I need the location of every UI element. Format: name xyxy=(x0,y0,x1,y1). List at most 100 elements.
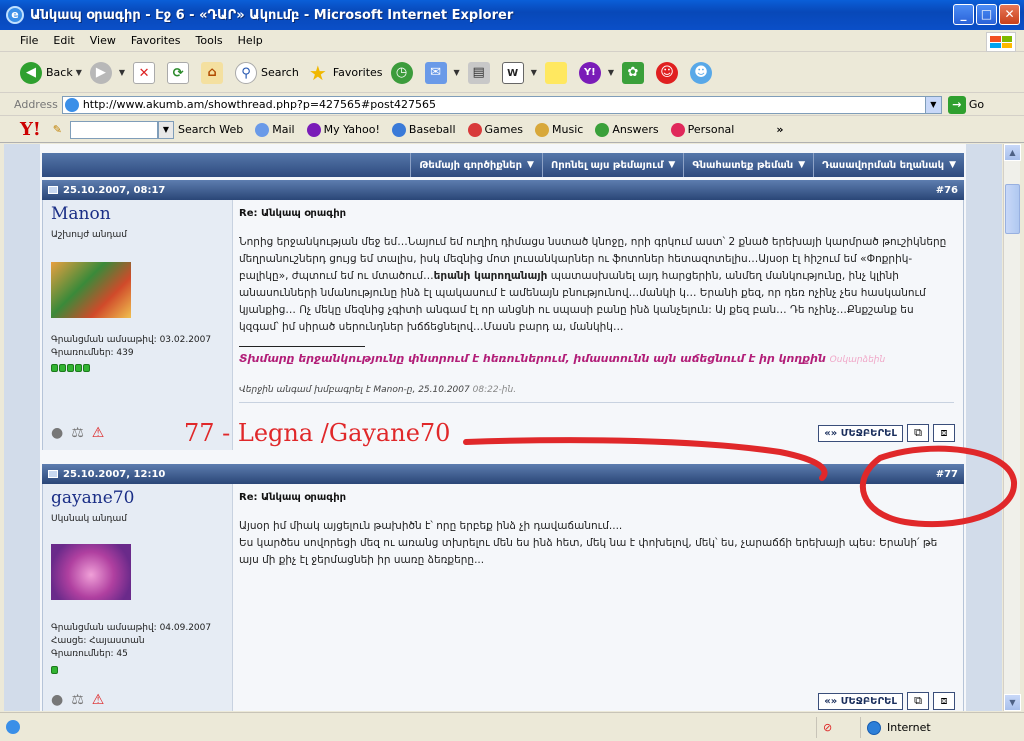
back-button[interactable]: ◀ Back ▼ xyxy=(20,61,82,84)
menu-favorites[interactable]: Favorites xyxy=(131,34,181,47)
search-button[interactable]: ⚲ Search xyxy=(235,61,299,84)
join-date: Գրանցման ամսաթիվ: 03.02.2007 xyxy=(51,335,212,345)
address-input[interactable]: http://www.akumb.am/showthread.php?p=427… xyxy=(61,95,942,114)
signature-divider xyxy=(239,346,365,347)
report-icon[interactable]: ⚠ xyxy=(92,425,105,441)
rate-thread-menu[interactable]: Գնահատեք թեման ▼ xyxy=(683,153,813,177)
mail-button[interactable]: ✉ ▼ xyxy=(424,61,460,84)
reputation-icon[interactable]: ⚖ xyxy=(71,425,84,441)
history-button[interactable]: ◷ xyxy=(390,61,417,84)
icq-button[interactable]: ✿ xyxy=(622,61,648,84)
scroll-down-icon[interactable]: ▼ xyxy=(1004,694,1021,711)
home-button[interactable]: ⌂ xyxy=(201,61,227,84)
yahoo-messenger-button[interactable]: Y! ▼ xyxy=(578,61,614,84)
people-icon: ☻ xyxy=(690,61,712,84)
user-title: Սկսնակ անդամ xyxy=(51,514,127,524)
post-number[interactable]: #76 xyxy=(936,185,958,196)
menu-help[interactable]: Help xyxy=(238,34,263,47)
post-buttons: «» ՄԵՋԲԵՐԵԼ ⧉ ⧈ xyxy=(818,692,955,710)
minimize-button[interactable]: _ xyxy=(953,4,974,25)
smiley-button[interactable]: ☺ xyxy=(656,61,682,84)
quote-button[interactable]: «» ՄԵՋԲԵՐԵԼ xyxy=(818,424,903,442)
menu-tools[interactable]: Tools xyxy=(196,34,223,47)
page-status-icon xyxy=(6,720,20,734)
post-number[interactable]: #77 xyxy=(936,469,958,480)
forward-button[interactable]: ▶ ▼ xyxy=(89,61,125,84)
menu-file[interactable]: File xyxy=(20,34,38,47)
notes-button[interactable] xyxy=(544,61,571,84)
vertical-scrollbar[interactable]: ▲ ▼ xyxy=(1003,144,1021,711)
post-title: Re: Անկապ օրագիր xyxy=(239,492,347,503)
pencil-icon[interactable]: ✎ xyxy=(53,123,62,136)
report-icon[interactable]: ⚠ xyxy=(92,692,105,708)
posts-count: Գրառումներ: 45 xyxy=(51,649,128,659)
post-header: 25.10.2007, 12:10 #77 xyxy=(42,464,964,484)
personal-link[interactable]: Personal xyxy=(670,122,734,137)
word-button[interactable]: W ▼ xyxy=(501,61,537,84)
maximize-button[interactable]: □ xyxy=(976,4,997,25)
close-button[interactable]: ✕ xyxy=(999,4,1020,25)
page-icon xyxy=(64,97,79,112)
messenger-button[interactable]: ☻ xyxy=(690,61,716,84)
post-icon xyxy=(48,470,58,478)
post-text: Այսօր իմ միակ այցելուն թախիծն է՝ որը երբ… xyxy=(239,520,938,566)
my-yahoo-link[interactable]: My Yahoo! xyxy=(306,122,380,137)
thread-tools-menu[interactable]: Թեմայի գործիքներ ▼ xyxy=(410,153,542,177)
note-icon xyxy=(544,61,567,84)
yahoo-search-input[interactable] xyxy=(69,120,158,139)
user-actions: ● ⚖ ⚠ xyxy=(51,692,104,708)
quick-reply-icon[interactable]: ⧈ xyxy=(933,692,955,710)
windows-logo-icon xyxy=(986,32,1016,52)
multi-quote-icon[interactable]: ⧉ xyxy=(907,692,929,710)
stop-button[interactable]: ✕ xyxy=(133,61,159,84)
scroll-up-icon[interactable]: ▲ xyxy=(1004,144,1021,161)
refresh-button[interactable]: ⟳ xyxy=(167,61,193,84)
go-button[interactable]: → Go xyxy=(947,95,984,114)
menu-edit[interactable]: Edit xyxy=(53,34,74,47)
search-web-button[interactable]: Search Web xyxy=(178,123,243,136)
edited-note: Վերջին անգամ խմբագրել է Manon-ը, 25.10.2… xyxy=(239,385,517,395)
offline-status-icon: ● xyxy=(51,425,64,441)
avatar xyxy=(51,262,131,318)
music-link[interactable]: Music xyxy=(535,122,583,137)
quote-button[interactable]: «» ՄԵՋԲԵՐԵԼ xyxy=(818,692,903,710)
yahoo-logo[interactable]: Y! xyxy=(20,119,41,140)
user-title: Աշխույժ անդամ xyxy=(51,230,127,240)
window-title: Անկապ օրագիր - Էջ 6 - «ԴԱՐ» Ակումբ - Mic… xyxy=(30,7,514,23)
multi-quote-icon[interactable]: ⧉ xyxy=(907,424,929,442)
search-thread-menu[interactable]: Որոնել այս թեմայում ▼ xyxy=(541,153,683,177)
quick-reply-icon[interactable]: ⧈ xyxy=(933,424,955,442)
username[interactable]: gayane70 xyxy=(51,488,134,508)
heart-icon xyxy=(670,122,685,137)
favorites-button[interactable]: ★ Favorites xyxy=(307,62,383,84)
mail-link[interactable]: Mail xyxy=(255,122,295,137)
menu-view[interactable]: View xyxy=(90,34,116,47)
address-url: http://www.akumb.am/showthread.php?p=427… xyxy=(82,98,436,111)
post-body: Re: Անկապ օրագիր Նորից երջանկության մեջ … xyxy=(239,200,959,450)
globe-icon xyxy=(867,720,881,735)
user-info: Գրանցման ամսաթիվ: 04.09.2007 Հասցե: Հայա… xyxy=(51,622,211,661)
games-link[interactable]: Games xyxy=(467,122,523,137)
answers-link[interactable]: Answers xyxy=(595,122,659,137)
scroll-thumb[interactable] xyxy=(1005,184,1020,234)
address-dropdown-icon[interactable]: ▼ xyxy=(924,96,941,113)
post-icon xyxy=(48,186,58,194)
post-date: 25.10.2007, 12:10 xyxy=(63,468,166,480)
signature: Տխմարը երջանկությունը փնտրում է հեռուներ… xyxy=(239,352,886,365)
reputation-icon[interactable]: ⚖ xyxy=(71,692,84,708)
thread-tools-bar: Թեմայի գործիքներ ▼ Որոնել այս թեմայում ▼ Գ… xyxy=(42,153,964,177)
post-title: Re: Անկապ օրագիր xyxy=(239,208,347,219)
posts-count: Գրառումներ: 439 xyxy=(51,348,134,358)
more-button[interactable]: » xyxy=(776,123,783,136)
username[interactable]: Manon xyxy=(51,204,111,224)
user-location: Հասցե: Հայաստան xyxy=(51,636,145,646)
popup-blocker-segment[interactable]: ⊘ xyxy=(816,717,860,738)
yahoo-icon: Y! xyxy=(578,61,601,84)
post-header: 25.10.2007, 08:17 #76 xyxy=(42,180,964,200)
display-modes-menu[interactable]: Դասավորման եղանակ ▼ xyxy=(813,153,964,177)
baseball-link[interactable]: Baseball xyxy=(391,122,456,137)
yahoo-search-dropdown[interactable]: ▼ xyxy=(157,120,174,139)
post-76: Manon Աշխույժ անդամ Գրանցման ամսաթիվ: 03… xyxy=(42,200,964,450)
smiley-icon: ☺ xyxy=(656,61,678,84)
print-button[interactable]: ▤ xyxy=(467,61,494,84)
